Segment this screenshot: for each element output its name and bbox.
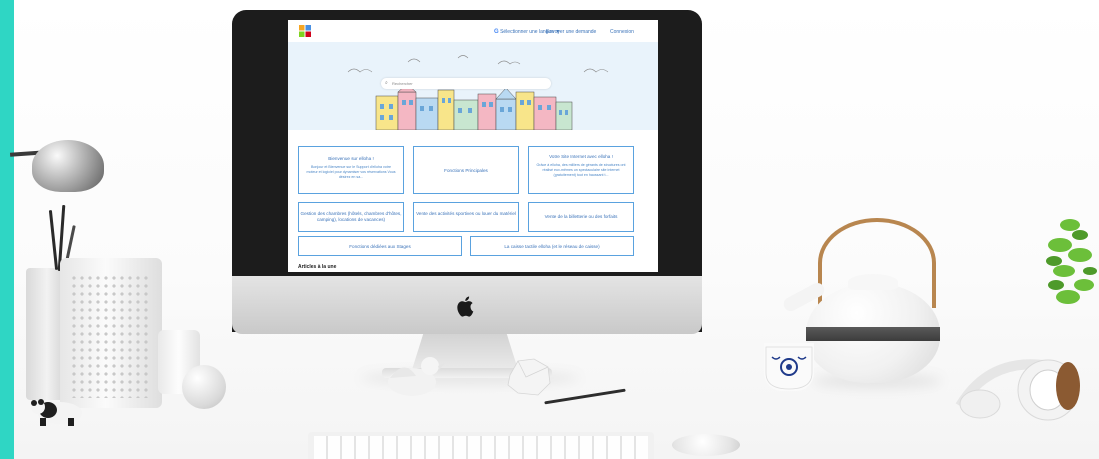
card-title: Votre Site Internet avec elloha ! <box>549 154 613 159</box>
mouse <box>672 434 740 456</box>
perforated-pen-cup <box>60 258 162 408</box>
card-title: Fonctions Principales <box>444 168 488 173</box>
apple-logo-icon <box>457 296 474 317</box>
card-rooms[interactable]: Gestion des chambres (hôtels, chambres d… <box>298 202 404 232</box>
card-main-functions[interactable]: Fonctions Principales <box>413 146 519 194</box>
card-activities[interactable]: Vente des activités sportives ou louer d… <box>413 202 519 232</box>
submit-request-link[interactable]: Envoyer une demande <box>546 29 596 35</box>
card-website[interactable]: Votre Site Internet avec elloha ! Grâce … <box>528 146 634 194</box>
patterned-cup <box>764 343 814 391</box>
card-title: Gestion des chambres (hôtels, chambres d… <box>300 211 402 222</box>
desk-scene: G Sélectionner une langue ▼ Envoyer une … <box>0 0 1099 459</box>
search-placeholder: Rechercher <box>392 81 413 86</box>
card-title: Bienvenue sur elloha ! <box>328 156 374 161</box>
hero-banner: ⌕ Rechercher <box>288 42 658 130</box>
keyboard <box>308 432 654 459</box>
card-title: La caisse tactile elloha (et le réseau d… <box>504 244 600 249</box>
card-title: Vente de la billetterie ou des forfaits <box>544 214 618 219</box>
card-title: Vente des activités sportives ou louer d… <box>416 211 516 216</box>
desk-lamp-shade <box>32 140 104 192</box>
panda-figurine <box>31 399 82 426</box>
google-g-icon: G <box>494 29 499 35</box>
search-input[interactable]: ⌕ Rechercher <box>381 78 551 89</box>
potted-plant <box>1046 219 1097 304</box>
teapot-band <box>806 327 940 341</box>
card-ticketing[interactable]: Vente de la billetterie ou des forfaits <box>528 202 634 232</box>
glass-sphere <box>182 365 226 409</box>
card-touch-register[interactable]: La caisse tactile elloha (et le réseau d… <box>470 236 634 256</box>
login-link[interactable]: Connexion <box>610 29 634 35</box>
teal-edge-strip <box>0 0 14 459</box>
elloha-logo-icon[interactable] <box>299 25 311 37</box>
featured-articles-heading: Articles à la une <box>298 264 337 270</box>
bird-figurine <box>388 357 446 396</box>
site-header: G Sélectionner une langue ▼ Envoyer une … <box>288 20 658 42</box>
teapot-lid <box>848 274 898 290</box>
card-description: Bonjour et Bienvenue sur le Support d'el… <box>306 164 396 179</box>
card-welcome[interactable]: Bienvenue sur elloha ! Bonjour et Bienve… <box>298 146 404 194</box>
crumpled-paper <box>507 358 551 396</box>
search-icon: ⌕ <box>385 80 388 86</box>
card-internships[interactable]: Fonctions dédiées aux Stages <box>298 236 462 256</box>
website-screen: G Sélectionner une langue ▼ Envoyer une … <box>288 20 658 272</box>
card-description: Grâce à elloha, des milliers de gérants … <box>536 162 626 177</box>
card-title: Fonctions dédiées aux Stages <box>349 244 411 249</box>
pencil <box>48 210 59 270</box>
headphones <box>955 359 1080 421</box>
pen <box>544 388 626 405</box>
